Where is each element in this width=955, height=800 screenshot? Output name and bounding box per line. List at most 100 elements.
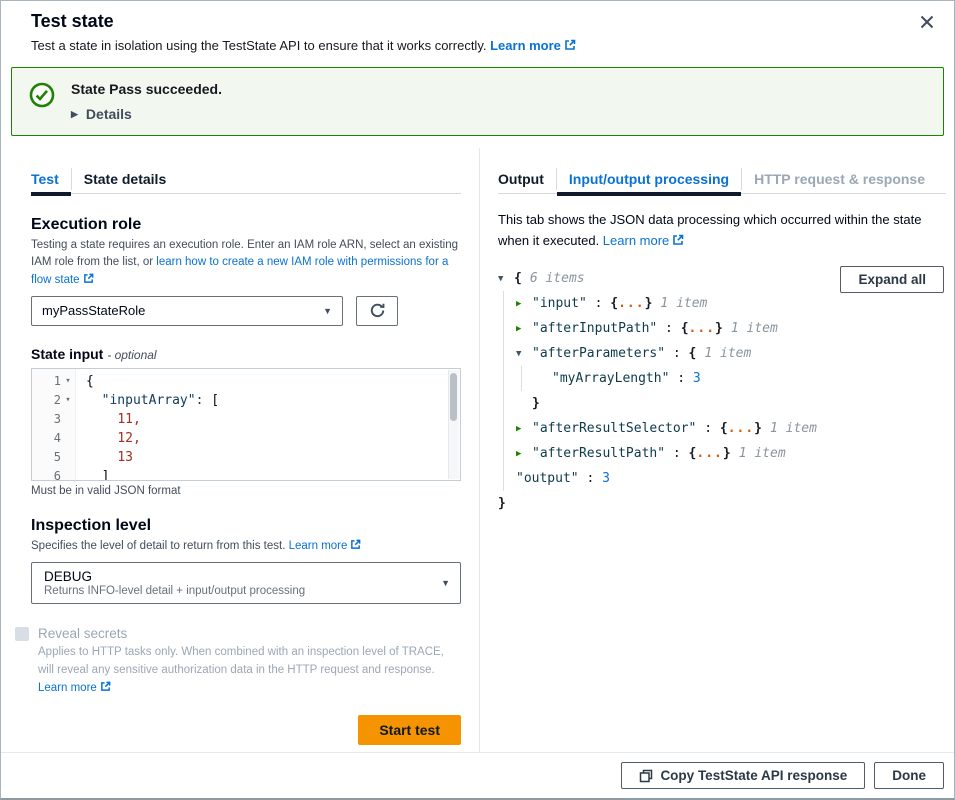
collapsed-dots: ... [696,446,722,461]
left-tabs: Test State details [31,164,461,194]
reveal-secrets-checkbox [15,627,29,641]
brace: { [720,421,728,436]
gutter-line: 5 [32,448,75,467]
header-learn-more-link[interactable]: Learn more [490,38,576,53]
success-banner: State Pass succeeded. ▶Details [11,67,944,136]
reveal-secrets-description: Applies to HTTP tasks only. When combine… [38,644,450,697]
inspection-level-value-description: Returns INFO-level detail + input/output… [44,585,305,597]
chevron-down-icon: ▼ [323,306,332,316]
code-number: 13 [117,450,133,465]
json-key: "output" [516,471,579,486]
separator: : [579,471,602,486]
expand-icon[interactable]: ▶ [516,442,526,467]
line-number: 2 [39,391,61,410]
gutter-line: 1▾ [32,372,75,391]
expand-icon[interactable]: ▶ [516,317,526,342]
gutter-line: 2▾ [32,391,75,410]
test-state-dialog: Test state Test a state in isolation usi… [0,0,955,800]
fold-icon[interactable]: ▾ [61,391,75,410]
tree-children: ▶"input" : {...}1 item ▶"afterInputPath"… [503,291,946,491]
subtitle-text: Test a state in isolation using the Test… [31,38,486,53]
tree-row-root-close: } [498,491,946,516]
brace: } [645,296,653,311]
state-input-editor[interactable]: 1▾ 2▾ 3 4 5 6 { "inputArray": [ 11, 12, … [31,368,461,481]
separator: : [657,321,680,336]
separator: : [665,446,688,461]
code-line: 13 [86,448,460,467]
expand-icon[interactable]: ▶ [516,417,526,442]
inspection-level-value: DEBUG [44,569,92,584]
execution-role-row: myPassStateRole▼ [31,296,461,326]
tree-row-afterResultPath: ▶"afterResultPath" : {...}1 item [516,441,946,466]
refresh-roles-button[interactable] [356,296,398,326]
brace: } [498,496,506,511]
right-tabs: Output Input/output processing HTTP requ… [498,164,946,194]
json-tree-viewer: Expand all ▼{6 items ▶"input" : {...}1 i… [498,266,946,516]
item-count: 1 item [731,321,778,336]
expand-icon[interactable]: ▶ [516,292,526,317]
collapse-icon[interactable]: ▼ [498,267,508,292]
dialog-footer: Copy TestState API response Done [1,752,954,798]
code-text: { [86,374,94,389]
external-link-icon [672,234,684,246]
separator: : [665,346,688,361]
banner-message: State Pass succeeded. [71,81,222,97]
tab-http-label: HTTP request & response [754,171,925,187]
page-title: Test state [31,11,924,32]
collapsed-dots: ... [728,421,754,436]
inspection-learn-more-link[interactable]: Learn more [289,540,362,552]
brace: } [532,396,540,411]
reveal-secrets-label: Reveal secrets [38,626,127,641]
tab-test[interactable]: Test [31,164,71,194]
reveal-secrets-learn-more-link[interactable]: Learn more [38,682,111,694]
code-line: 11, [86,410,460,429]
tree-row-afterResultSelector: ▶"afterResultSelector" : {...}1 item [516,416,946,441]
main-area: Test State details Execution role Testin… [1,148,954,752]
io-learn-more-link[interactable]: Learn more [603,233,684,248]
brace: } [723,446,731,461]
collapse-icon[interactable]: ▼ [516,342,526,367]
dialog-subtitle: Test a state in isolation using the Test… [31,38,924,53]
right-panel: Output Input/output processing HTTP requ… [480,148,954,752]
details-expander[interactable]: ▶Details [71,106,222,122]
io-desc-text: This tab shows the JSON data processing … [498,212,921,248]
gutter-line: 3 [32,410,75,429]
item-count: 1 item [704,346,751,361]
banner-content: State Pass succeeded. ▶Details [71,81,222,122]
done-button[interactable]: Done [874,762,944,789]
json-key: "myArrayLength" [552,371,669,386]
editor-scrollbar [448,370,459,479]
start-test-button[interactable]: Start test [358,715,461,745]
brace: } [715,321,723,336]
json-key: "afterResultSelector" [532,421,696,436]
tab-state-details[interactable]: State details [72,164,178,194]
collapsed-dots: ... [689,321,715,336]
inspection-level-select[interactable]: DEBUG Returns INFO-level detail + input/… [31,562,461,604]
execution-role-select[interactable]: myPassStateRole▼ [31,296,343,326]
reveal-secrets-section: Reveal secrets Applies to HTTP tasks onl… [15,626,461,697]
json-format-hint: Must be in valid JSON format [31,485,461,497]
tree-row-afterParameters: ▼"afterParameters" : {1 item [516,341,946,366]
tab-output[interactable]: Output [498,164,556,194]
code-number: 12 [117,431,133,446]
json-key: "afterParameters" [532,346,665,361]
external-link-icon [83,273,94,284]
code-number: 11 [117,412,133,427]
inspection-desc-text: Specifies the level of detail to return … [31,540,289,552]
close-icon[interactable] [914,9,940,35]
collapsed-dots: ... [618,296,644,311]
inspection-level-description: Specifies the level of detail to return … [31,538,461,555]
scrollbar-thumb[interactable] [450,373,457,421]
execution-role-heading: Execution role [31,216,461,234]
chevron-down-icon: ▼ [441,578,450,588]
reveal-secrets-desc-text: Applies to HTTP tasks only. When combine… [38,646,444,676]
fold-icon[interactable]: ▾ [61,372,75,391]
copy-teststate-response-button[interactable]: Copy TestState API response [621,762,865,789]
state-input-optional: - optional [107,348,156,362]
state-input-label: State input [31,346,103,362]
details-triangle-icon: ▶ [71,109,78,120]
editor-code[interactable]: { "inputArray": [ 11, 12, 13 ] [76,369,460,480]
code-text: , [133,412,141,427]
expand-all-button[interactable]: Expand all [840,266,944,293]
tab-io-processing[interactable]: Input/output processing [557,164,741,194]
